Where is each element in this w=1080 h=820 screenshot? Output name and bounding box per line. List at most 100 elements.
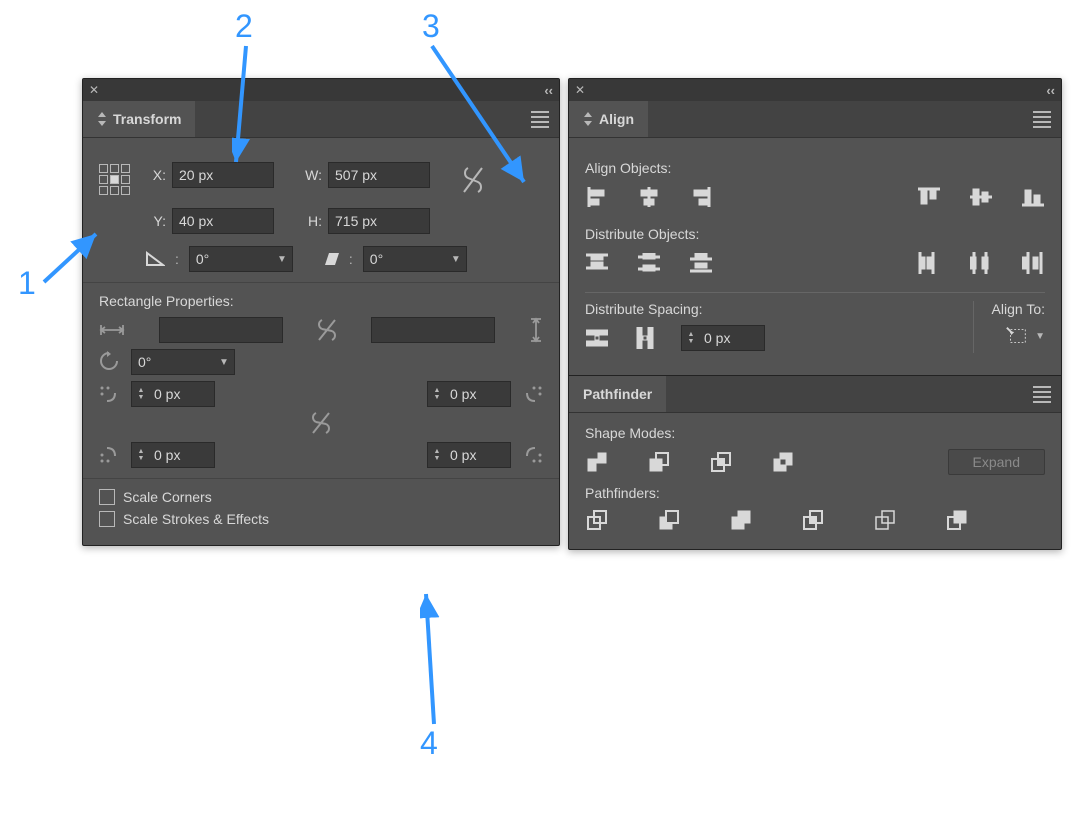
unite-icon[interactable] [585, 451, 609, 473]
chevron-down-icon[interactable]: ▼ [446, 254, 466, 265]
panel-tabstrip: Align [569, 101, 1061, 138]
exclude-icon[interactable] [771, 451, 795, 473]
divider [83, 478, 559, 479]
rect-width-input[interactable] [159, 317, 283, 343]
spacing-value[interactable]: 0 px [700, 330, 764, 346]
spacing-stepper[interactable]: ▲▼0 px [681, 325, 765, 351]
checkbox-box[interactable] [99, 511, 115, 527]
shear-colon: : [349, 251, 353, 267]
align-to-selection-icon[interactable] [1005, 325, 1029, 347]
chevron-down-icon[interactable]: ▼ [1035, 331, 1045, 342]
merge-icon[interactable] [729, 509, 753, 531]
align-vcenter-icon[interactable] [969, 186, 993, 208]
corner-tr-value[interactable]: 0 px [446, 386, 510, 402]
y-input[interactable] [172, 208, 274, 234]
panel-titlebar[interactable]: ✕ ‹‹ [569, 79, 1061, 101]
w-input[interactable] [328, 162, 430, 188]
rect-height-input[interactable] [371, 317, 495, 343]
align-right-icon[interactable] [689, 186, 713, 208]
close-icon[interactable]: ✕ [575, 84, 585, 96]
pathfinders-title: Pathfinders: [585, 485, 1045, 501]
dist-vcenter-icon[interactable] [637, 252, 661, 274]
tab-pathfinder[interactable]: Pathfinder [569, 376, 667, 412]
corner-tr-icon [525, 385, 543, 403]
minus-back-icon[interactable] [945, 509, 969, 531]
pathfinder-tabstrip: Pathfinder [569, 375, 1061, 413]
expand-button[interactable]: Expand [948, 449, 1045, 475]
dist-space-v-icon[interactable] [585, 327, 609, 349]
tab-transform[interactable]: Transform [83, 101, 196, 137]
annotation-2: 2 [235, 8, 253, 45]
menu-icon[interactable] [1033, 111, 1051, 128]
annotation-arrow-3 [428, 42, 538, 192]
constrain-rect-icon[interactable] [317, 318, 337, 342]
scale-corners-checkbox[interactable]: Scale Corners [99, 489, 543, 505]
rect-width-icon [99, 323, 125, 337]
reference-point-grid[interactable] [99, 164, 130, 195]
divider [83, 282, 559, 283]
align-objects-title: Align Objects: [585, 160, 1045, 176]
collapse-chevron-icon[interactable]: ‹‹ [1046, 83, 1055, 98]
corner-bl-value[interactable]: 0 px [150, 447, 214, 463]
h-input[interactable] [328, 208, 430, 234]
dist-top-icon[interactable] [585, 252, 609, 274]
outline-icon[interactable] [873, 509, 897, 531]
crop-icon[interactable] [801, 509, 825, 531]
annotation-3: 3 [422, 8, 440, 45]
corner-tr-stepper[interactable]: ▲▼0 px [427, 381, 511, 407]
distribute-objects-title: Distribute Objects: [585, 226, 1045, 242]
rect-rotate-dropdown[interactable]: ▼ [131, 349, 235, 375]
scale-strokes-label: Scale Strokes & Effects [123, 511, 269, 527]
dist-space-h-icon[interactable] [633, 327, 657, 349]
scale-corners-label: Scale Corners [123, 489, 212, 505]
align-bottom-icon[interactable] [1021, 186, 1045, 208]
intersect-icon[interactable] [709, 451, 733, 473]
align-hcenter-icon[interactable] [637, 186, 661, 208]
h-label: H: [298, 213, 322, 229]
rotate-input[interactable] [190, 248, 272, 270]
corner-br-stepper[interactable]: ▲▼0 px [427, 442, 511, 468]
tab-align[interactable]: Align [569, 101, 649, 137]
minus-front-icon[interactable] [647, 451, 671, 473]
link-corners-icon[interactable] [311, 411, 331, 435]
updown-icon [583, 112, 593, 126]
rect-rotate-icon [99, 351, 121, 373]
rotate-colon: : [175, 251, 179, 267]
collapse-chevron-icon[interactable]: ‹‹ [544, 83, 553, 98]
rotate-dropdown[interactable]: ▼ [189, 246, 293, 272]
divide-icon[interactable] [585, 509, 609, 531]
close-icon[interactable]: ✕ [89, 84, 99, 96]
dist-bottom-icon[interactable] [689, 252, 713, 274]
shape-modes-title: Shape Modes: [585, 425, 1045, 441]
annotation-4: 4 [420, 725, 438, 762]
shear-input[interactable] [364, 248, 446, 270]
annotation-arrow-4 [420, 590, 450, 730]
align-panel: ✕ ‹‹ Align Align Objects: [568, 78, 1062, 550]
annotation-1: 1 [18, 265, 36, 302]
shear-dropdown[interactable]: ▼ [363, 246, 467, 272]
tab-label: Pathfinder [583, 386, 652, 402]
rect-height-icon [529, 317, 543, 343]
updown-icon [97, 112, 107, 126]
align-to-title: Align To: [992, 301, 1045, 317]
chevron-down-icon[interactable]: ▼ [272, 254, 292, 265]
checkbox-box[interactable] [99, 489, 115, 505]
corner-tl-value[interactable]: 0 px [150, 386, 214, 402]
tab-label: Align [599, 111, 634, 127]
annotation-arrow-1 [40, 224, 110, 294]
annotation-arrow-2 [232, 42, 272, 172]
rect-rotate-input[interactable] [132, 351, 214, 373]
trim-icon[interactable] [657, 509, 681, 531]
align-top-icon[interactable] [917, 186, 941, 208]
menu-icon[interactable] [1033, 386, 1051, 403]
corner-br-value[interactable]: 0 px [446, 447, 510, 463]
scale-strokes-checkbox[interactable]: Scale Strokes & Effects [99, 511, 543, 527]
dist-left-icon[interactable] [917, 252, 941, 274]
chevron-down-icon[interactable]: ▼ [214, 357, 234, 368]
dist-hcenter-icon[interactable] [969, 252, 993, 274]
dist-right-icon[interactable] [1021, 252, 1045, 274]
align-left-icon[interactable] [585, 186, 609, 208]
corner-tl-stepper[interactable]: ▲▼0 px [131, 381, 215, 407]
corner-bl-stepper[interactable]: ▲▼0 px [131, 442, 215, 468]
rotate-angle-icon [145, 251, 165, 267]
